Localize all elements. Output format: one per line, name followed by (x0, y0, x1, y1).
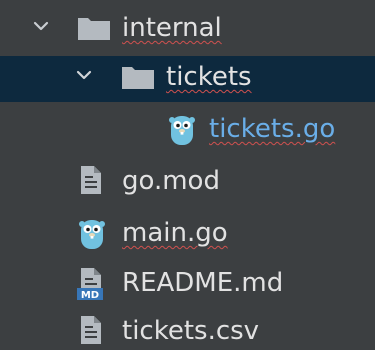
markdown-file-icon: MD (77, 268, 103, 301)
tree-item-label: main.go (122, 218, 228, 248)
tree-item-tickets-csv[interactable]: tickets.csv (0, 310, 375, 350)
gopher-icon (79, 220, 105, 249)
md-badge: MD (81, 290, 99, 301)
project-tree: internal tickets tickets.go go.mod main.… (0, 0, 375, 350)
tree-item-tickets-go[interactable]: tickets.go (0, 108, 375, 154)
text-file-icon (81, 166, 101, 194)
tree-item-label: tickets.go (209, 114, 336, 144)
tree-item-label: go.mod (122, 166, 220, 196)
text-file-icon (81, 316, 101, 344)
tree-item-readme-md[interactable]: MD README.md (0, 262, 375, 308)
tree-item-label: internal (122, 13, 222, 43)
tree-item-label: README.md (122, 268, 284, 298)
tree-item-tickets[interactable]: tickets (0, 56, 375, 102)
folder-icon (78, 18, 110, 40)
tree-item-label: tickets (166, 62, 252, 92)
chevron-down-icon[interactable] (33, 18, 49, 34)
tree-item-label: tickets.csv (122, 316, 260, 346)
chevron-down-icon[interactable] (76, 67, 92, 83)
tree-item-internal[interactable]: internal (0, 7, 375, 53)
tree-item-go-mod[interactable]: go.mod (0, 160, 375, 206)
gopher-icon (169, 116, 195, 145)
tree-item-main-go[interactable]: main.go (0, 212, 375, 258)
folder-icon (122, 67, 154, 89)
